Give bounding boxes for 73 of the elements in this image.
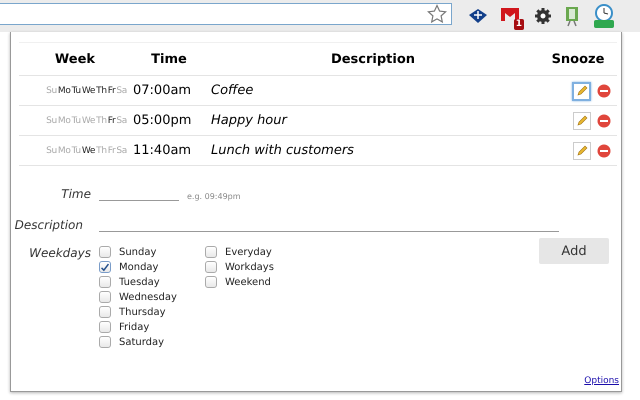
pencil-icon: [576, 115, 588, 128]
weekday-label: Sa: [116, 116, 127, 126]
checkbox-label: Thursday: [119, 306, 166, 318]
remove-icon[interactable]: [597, 84, 611, 98]
diamond-logo-icon[interactable]: [468, 8, 488, 24]
weekday-label: We: [82, 116, 96, 126]
weekday-label: We: [82, 86, 96, 96]
reminder-time: 11:40am: [133, 143, 192, 158]
pencil-icon: [576, 145, 588, 158]
checkbox-label: Tuesday: [119, 276, 160, 288]
weekday-label: Su: [46, 86, 57, 96]
weekday-label: Su: [46, 116, 57, 126]
reminder-time: 07:00am: [133, 83, 192, 98]
checkbox-label: Monday: [119, 262, 158, 272]
checkbox[interactable]: [99, 321, 111, 333]
weekday-label: Th: [96, 146, 107, 156]
checkbox-label: Everyday: [225, 246, 272, 258]
weekday-label: Tu: [72, 86, 81, 96]
weekday-label: Sa: [116, 146, 127, 156]
checkbox-label: Friday: [119, 322, 150, 332]
star-icon[interactable]: [427, 4, 447, 24]
checkbox[interactable]: [99, 306, 111, 318]
column-header: Description: [207, 42, 539, 76]
checkbox-label: Saturday: [119, 336, 164, 348]
reminder-description: Coffee: [211, 83, 254, 98]
weekday-label: Sa: [116, 86, 127, 96]
clock-icon[interactable]: [592, 3, 616, 29]
weekday-label: Su: [46, 146, 57, 156]
weekday-label: Th: [96, 116, 107, 126]
weekday-label: Mo: [58, 86, 71, 96]
checkbox[interactable]: [99, 246, 111, 258]
checkbox[interactable]: [205, 276, 217, 288]
column-header: Time: [131, 42, 207, 76]
checkbox-label: Wednesday: [119, 292, 177, 302]
checkbox[interactable]: [205, 261, 217, 273]
weekday-label: Fr: [108, 116, 116, 126]
time-label: Time: [60, 187, 91, 201]
weekday-label: Mo: [58, 146, 71, 156]
add-button[interactable]: Add: [539, 238, 609, 264]
column-header: Snooze: [539, 42, 617, 76]
checkbox[interactable]: [99, 276, 111, 288]
weekday-label: We: [82, 146, 96, 156]
settings-icon[interactable]: [534, 7, 552, 25]
weekday-label: Th: [96, 86, 107, 96]
weekday-label: Tu: [72, 146, 81, 156]
column-header: Week: [19, 42, 131, 76]
edit-button[interactable]: [572, 82, 591, 101]
edit-button[interactable]: [573, 142, 591, 160]
weekday-label: Mo: [58, 116, 71, 126]
checkbox[interactable]: [99, 291, 111, 303]
weekdays-label: Weekdays: [28, 246, 91, 260]
description-label: Description: [14, 218, 83, 232]
weekday-label: Fr: [108, 86, 116, 96]
weekday-label: Fr: [108, 146, 116, 156]
edit-button[interactable]: [573, 112, 591, 130]
device-icon[interactable]: [564, 5, 580, 27]
checkbox[interactable]: [205, 246, 217, 258]
remove-icon[interactable]: [597, 144, 611, 158]
reminder-time: 05:00pm: [133, 113, 192, 128]
pencil-icon: [576, 85, 588, 98]
time-hint: e.g. 09:49pm: [187, 192, 241, 201]
reminder-description: Lunch with customers: [211, 143, 354, 158]
checkbox-label: Weekend: [225, 276, 271, 288]
checkbox[interactable]: [99, 261, 111, 273]
address-bar[interactable]: [0, 3, 452, 25]
unread-badge: 1: [514, 19, 524, 30]
checkbox-label: Workdays: [225, 262, 274, 272]
checkbox[interactable]: [99, 336, 111, 348]
weekday-label: Tu: [72, 116, 81, 126]
checkbox-label: Sunday: [119, 246, 156, 258]
reminder-description: Happy hour: [211, 113, 287, 128]
options-link[interactable]: Options: [584, 376, 619, 386]
remove-icon[interactable]: [597, 114, 611, 128]
